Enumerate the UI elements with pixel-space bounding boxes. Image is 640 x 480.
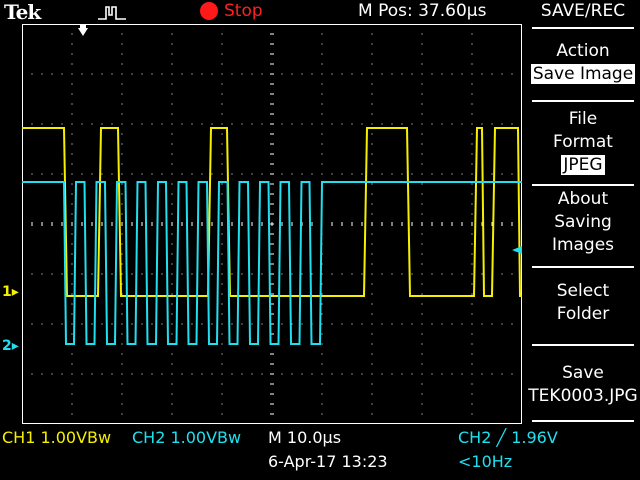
trigger-readout: CH2 ╱ 1.96V [458,428,558,447]
timebase: M 10.0µs [268,428,342,447]
ch2-scale: CH2 1.00VBw [132,428,242,447]
file-format-label1: File [568,109,598,129]
menu-divider [532,266,634,268]
select-folder-button[interactable]: Select Folder [526,280,640,326]
menu-divider [532,420,634,422]
save-line1: Save [562,363,604,383]
ch2-ground-marker: 2▸ [2,338,19,354]
menu-divider [532,344,634,346]
file-format-value: JPEG [561,155,605,175]
menu-title: SAVE/REC [540,1,626,21]
action-menu-button[interactable]: Action Save Image [526,40,640,86]
about-line2: Saving [554,212,612,232]
save-button[interactable]: Save TEK0003.JPG [526,362,640,408]
ch1-ground-marker: 1▸ [2,284,19,300]
file-format-label2: Format [553,132,613,152]
save-filename: TEK0003.JPG [528,386,638,406]
action-value: Save Image [530,64,636,84]
file-format-button[interactable]: File Format JPEG [526,108,640,177]
stop-dot-icon [200,2,218,20]
run-state: Stop [224,1,263,21]
menu-divider [532,27,634,29]
about-line3: Images [551,235,615,255]
about-line1: About [557,189,609,209]
select-folder-line1: Select [556,281,610,301]
menu-divider [532,184,634,186]
menu-divider [532,100,634,102]
select-folder-line2: Folder [556,304,610,324]
horizontal-position: M Pos: 37.60µs [358,1,487,21]
trigger-frequency: <10Hz [458,452,513,471]
ch1-scale: CH1 1.00VBw [2,428,112,447]
about-saving-images-button[interactable]: About Saving Images [526,188,640,257]
waveform-display [22,24,522,424]
pulse-icon [98,6,126,20]
datetime: 6-Apr-17 13:23 [268,452,388,471]
action-label: Action [556,41,610,61]
brand-logo: Tek [4,0,41,24]
